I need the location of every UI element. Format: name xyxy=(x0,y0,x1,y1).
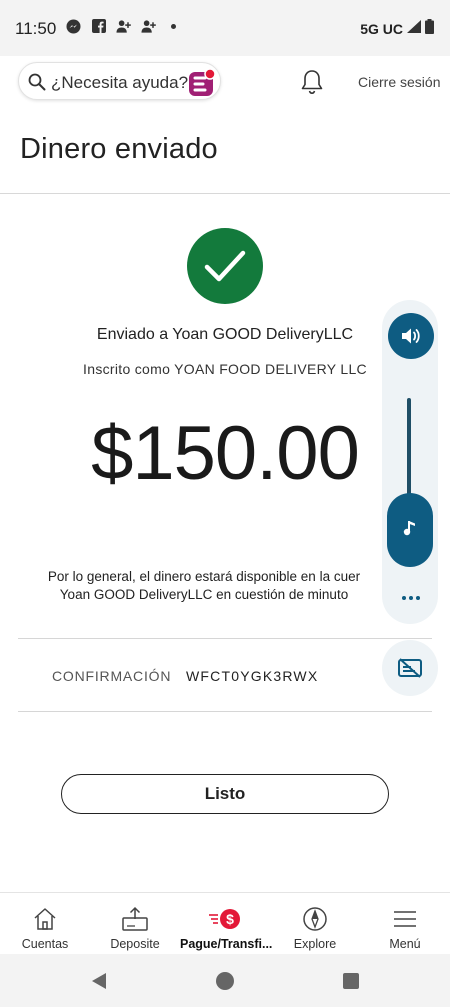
bottom-navigation: Cuentas Deposite $ Pague/Transfi... Expl… xyxy=(0,892,450,954)
nav-item-deposit[interactable]: Deposite xyxy=(90,905,180,951)
page-title: Dinero enviado xyxy=(20,133,218,165)
notification-icons xyxy=(66,18,181,34)
nav-item-pay-transfer[interactable]: $ Pague/Transfi... xyxy=(180,905,273,951)
compass-icon xyxy=(270,905,360,933)
logout-link[interactable]: Cierre sesión xyxy=(358,74,440,90)
divider xyxy=(18,711,432,712)
more-options-icon[interactable] xyxy=(391,586,431,610)
app-header: ¿Necesita ayuda? Cierre sesión xyxy=(0,56,450,108)
help-search-pill[interactable]: ¿Necesita ayuda? xyxy=(18,62,221,100)
home-button-icon[interactable] xyxy=(216,972,234,990)
music-note-icon xyxy=(403,519,417,542)
messenger-icon xyxy=(66,18,81,34)
confirmation-number: WFCT0YGK3RWX xyxy=(186,668,319,684)
menu-icon xyxy=(360,905,450,933)
nav-item-menu[interactable]: Menú xyxy=(360,905,450,951)
system-navigation-bar xyxy=(0,954,450,1007)
nav-label: Deposite xyxy=(110,937,160,951)
header-divider xyxy=(0,193,450,194)
deposit-icon xyxy=(90,905,180,933)
nav-item-explore[interactable]: Explore xyxy=(270,905,360,951)
nav-label: Cuentas xyxy=(21,937,69,951)
recent-apps-icon[interactable] xyxy=(343,973,359,989)
battery-icon xyxy=(425,19,434,39)
nav-item-accounts[interactable]: Cuentas xyxy=(0,905,90,951)
nav-label: Menú xyxy=(389,937,421,951)
divider xyxy=(18,638,432,639)
search-icon xyxy=(28,73,46,96)
status-bar: 11:50 5G UC xyxy=(0,0,450,56)
speaker-icon[interactable] xyxy=(388,313,434,359)
back-icon[interactable] xyxy=(90,972,108,995)
nav-label: Explore xyxy=(293,937,337,951)
success-check-icon xyxy=(187,228,263,304)
live-caption-icon[interactable] xyxy=(382,640,438,696)
pay-transfer-icon: $ xyxy=(180,905,270,933)
availability-line-1: Por lo general, el dinero estará disponi… xyxy=(47,569,361,584)
availability-message: Por lo general, el dinero estará disponi… xyxy=(28,568,380,604)
help-text: ¿Necesita ayuda? xyxy=(51,73,189,92)
status-time: 11:50 xyxy=(15,19,57,38)
person-add-icon xyxy=(116,18,131,34)
person-add-icon xyxy=(141,18,156,34)
assistant-logo-icon[interactable] xyxy=(187,67,217,97)
nav-label: Pague/Transfi... xyxy=(180,937,273,951)
confirmation-label: CONFIRMACIÓN xyxy=(52,668,172,684)
home-icon xyxy=(0,905,90,933)
facebook-icon xyxy=(91,18,106,34)
signal-icon xyxy=(407,20,421,38)
notifications-bell-icon[interactable] xyxy=(300,69,324,100)
dot-icon xyxy=(166,18,181,34)
network-type: 5G UC xyxy=(360,21,403,37)
volume-slider-track[interactable] xyxy=(407,398,411,508)
volume-slider-thumb[interactable] xyxy=(387,493,433,567)
status-right: 5G UC xyxy=(360,19,434,39)
availability-line-2: Yoan GOOD DeliveryLLC en cuestión de min… xyxy=(59,587,349,602)
done-button[interactable]: Listo xyxy=(61,774,389,814)
svg-text:$: $ xyxy=(226,911,234,927)
